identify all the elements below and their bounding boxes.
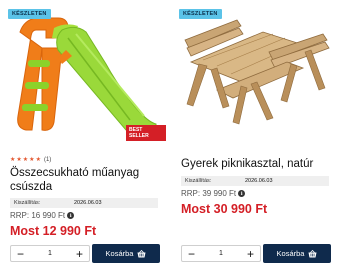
rrp-price: RRP: 39 990 Ft i [181, 189, 246, 198]
shipping-date: 2026.06.03 [245, 178, 273, 184]
star-icon: ★ [35, 157, 41, 163]
shipping-info: Kiszállítás: 2026.06.03 [10, 198, 158, 208]
star-icon: ★ [10, 157, 16, 163]
rrp-text: RRP: 39 990 Ft [181, 189, 237, 198]
shipping-date: 2026.06.03 [74, 200, 102, 206]
basket-icon [137, 249, 146, 258]
quantity-value[interactable]: 1 [219, 250, 223, 257]
star-icon: ★ [16, 157, 22, 163]
basket-icon [308, 249, 317, 258]
increase-quantity-button[interactable]: + [76, 248, 83, 260]
rrp-price: RRP: 16 990 Ft i [10, 211, 75, 220]
product-image-picnic-table[interactable] [177, 4, 337, 140]
increase-quantity-button[interactable]: + [247, 248, 254, 260]
star-icon: ★ [22, 157, 29, 163]
current-price: Most 12 990 Ft [10, 224, 97, 238]
bestseller-badge: BEST SELLER [126, 125, 166, 141]
shipping-info: Kiszállítás: 2026.06.03 [181, 176, 329, 186]
shipping-label: Kiszállítás: [185, 178, 212, 184]
product-image-slide[interactable] [6, 4, 166, 140]
add-to-cart-label: Kosárba [276, 249, 305, 258]
quantity-stepper[interactable]: − 1 + [10, 245, 90, 262]
add-to-cart-button[interactable]: Kosárba [92, 244, 160, 263]
quantity-value[interactable]: 1 [48, 250, 52, 257]
product-title[interactable]: Összecsukható műanyag csúszda [10, 166, 160, 194]
star-icon: ★ [29, 157, 35, 163]
decrease-quantity-button[interactable]: − [188, 248, 195, 260]
rrp-text: RRP: 16 990 Ft [10, 211, 66, 220]
info-icon[interactable]: i [238, 190, 246, 197]
in-stock-badge: KÉSZLETEN [8, 9, 51, 19]
rating[interactable]: ★ ★ ★ ★ ★ (1) [10, 157, 51, 163]
info-icon[interactable]: i [67, 212, 75, 219]
rating-count: (1) [43, 157, 52, 163]
add-to-cart-button[interactable]: Kosárba [263, 244, 331, 263]
shipping-label: Kiszállítás: [14, 200, 41, 206]
current-price: Most 30 990 Ft [181, 202, 268, 216]
add-to-cart-label: Kosárba [105, 249, 134, 258]
in-stock-badge: KÉSZLETEN [179, 9, 222, 19]
product-card-slide[interactable]: KÉSZLETEN BEST SELLER ★ ★ ★ ★ ★ (1) Össz… [6, 0, 166, 270]
product-card-picnic-table[interactable]: KÉSZLETEN Gyerek piknikasztal, natúr Kis… [177, 0, 337, 270]
decrease-quantity-button[interactable]: − [17, 248, 24, 260]
product-title[interactable]: Gyerek piknikasztal, natúr [181, 157, 331, 171]
quantity-stepper[interactable]: − 1 + [181, 245, 261, 262]
